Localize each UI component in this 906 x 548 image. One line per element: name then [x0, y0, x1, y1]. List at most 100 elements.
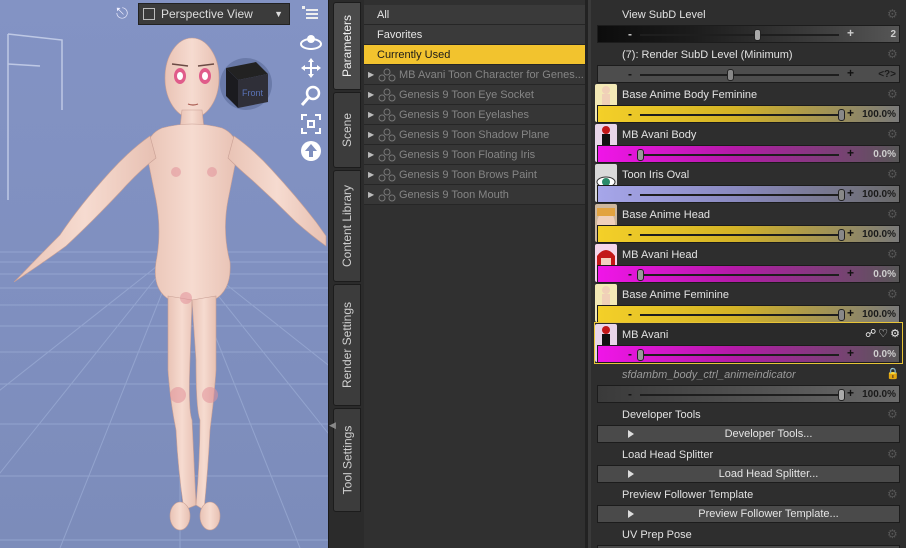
- tree-item-node[interactable]: ▶ Genesis 9 Toon Mouth: [364, 185, 585, 205]
- gear-icon[interactable]: ⚙: [887, 8, 899, 20]
- expand-arrow-icon[interactable]: ▶: [368, 170, 378, 179]
- gear-icon[interactable]: ⚙: [887, 288, 899, 300]
- slider-track[interactable]: [640, 314, 839, 316]
- param-preview-follower-template[interactable]: Preview Follower Template ⚙ Preview Follow…: [595, 483, 902, 523]
- param-slider[interactable]: - +100.0%: [597, 305, 900, 323]
- pan-icon[interactable]: [299, 56, 323, 80]
- slider-knob[interactable]: [838, 189, 845, 201]
- tree-item-node[interactable]: ▶ Genesis 9 Toon Eyelashes: [364, 105, 585, 125]
- tree-item-node[interactable]: ▶ Genesis 9 Toon Shadow Plane: [364, 125, 585, 145]
- param-base-anime-body-feminine[interactable]: Base Anime Body Feminine ⚙ - +100.0%: [595, 83, 902, 123]
- param-load-head-splitter[interactable]: Load Head Splitter ⚙ Load Head Splitter...: [595, 443, 902, 483]
- expand-arrow-icon[interactable]: ▶: [368, 110, 378, 119]
- gear-icon[interactable]: ⚙: [887, 488, 899, 500]
- increment-icon[interactable]: +: [847, 386, 854, 400]
- param-developer-tools[interactable]: Developer Tools ⚙ Developer Tools...: [595, 403, 902, 443]
- decrement-icon[interactable]: -: [628, 387, 632, 401]
- param-sfdambm-body-ctrl-animeindicator[interactable]: sfdambm_body_ctrl_animeindicator 🔒 - +100.0…: [595, 363, 902, 403]
- param-slider[interactable]: - +0.0%: [597, 345, 900, 363]
- tab-tool-settings[interactable]: Tool Settings: [333, 408, 361, 512]
- param-value[interactable]: 0.0%: [873, 269, 896, 280]
- increment-icon[interactable]: +: [847, 66, 854, 80]
- param-slider[interactable]: - +2: [597, 25, 900, 43]
- param-slider[interactable]: - +100.0%: [597, 225, 900, 243]
- decrement-icon[interactable]: -: [628, 307, 632, 321]
- tree-item-all[interactable]: All: [364, 5, 585, 25]
- gear-icon[interactable]: ⚙: [887, 248, 899, 260]
- param-base-anime-head[interactable]: Base Anime Head ⚙ - +100.0%: [595, 203, 902, 243]
- param-slider[interactable]: - +0.0%: [597, 265, 900, 283]
- gear-icon[interactable]: ⚙: [887, 208, 899, 220]
- tree-item-currently-used[interactable]: Currently Used: [364, 45, 585, 65]
- gear-icon[interactable]: ⚙: [890, 327, 900, 340]
- decrement-icon[interactable]: -: [628, 267, 632, 281]
- param-button[interactable]: Developer Tools...: [597, 425, 900, 443]
- view-selector[interactable]: Perspective View ▼: [138, 3, 290, 25]
- param-value[interactable]: 100.0%: [862, 109, 896, 120]
- reset-view-icon[interactable]: [299, 139, 323, 163]
- link-icon[interactable]: ☍: [865, 327, 876, 340]
- param-slider[interactable]: - +100.0%: [597, 185, 900, 203]
- tree-item-node[interactable]: ▶ Genesis 9 Toon Floating Iris: [364, 145, 585, 165]
- expand-arrow-icon[interactable]: ▶: [368, 90, 378, 99]
- slider-knob[interactable]: [753, 29, 761, 41]
- decrement-icon[interactable]: -: [628, 187, 632, 201]
- param-mb-avani-body[interactable]: MB Avani Body ⚙ - +0.0%: [595, 123, 902, 163]
- param-button[interactable]: Preview Follower Template...: [597, 505, 900, 523]
- lock-icon[interactable]: 🔒: [886, 367, 900, 380]
- frame-icon[interactable]: [299, 112, 323, 136]
- param-button[interactable]: Load Head Splitter...: [597, 465, 900, 483]
- decrement-icon[interactable]: -: [628, 347, 632, 361]
- param-7-render-subd-level-minimum[interactable]: (7): Render SubD Level (Minimum) ⚙ - + <?>: [595, 43, 902, 83]
- tree-item-favorites[interactable]: Favorites: [364, 25, 585, 45]
- gear-icon[interactable]: ⚙: [887, 408, 899, 420]
- decrement-icon[interactable]: -: [628, 107, 632, 121]
- increment-icon[interactable]: +: [847, 306, 854, 320]
- camera-icon[interactable]: ⎋: [110, 3, 134, 25]
- slider-knob[interactable]: [838, 229, 845, 241]
- gear-icon[interactable]: ⚙: [887, 88, 899, 100]
- increment-icon[interactable]: +: [847, 26, 854, 40]
- increment-icon[interactable]: +: [847, 146, 854, 160]
- slider-knob[interactable]: [637, 349, 644, 361]
- slider-track[interactable]: [640, 74, 839, 76]
- tree-item-node[interactable]: ▶ MB Avani Toon Character for Genes...: [364, 65, 585, 85]
- collapse-arrow-icon[interactable]: ◀: [329, 420, 337, 434]
- slider-track[interactable]: [640, 154, 839, 156]
- param-view-subd-level[interactable]: View SubD Level ⚙ - +2: [595, 3, 902, 43]
- tab-content-library[interactable]: Content Library: [333, 170, 361, 282]
- param-toon-iris-oval[interactable]: Toon Iris Oval ⚙ - +100.0%: [595, 163, 902, 203]
- gear-icon[interactable]: ⚙: [887, 48, 899, 60]
- increment-icon[interactable]: +: [847, 266, 854, 280]
- slider-knob[interactable]: [838, 309, 845, 321]
- heart-icon[interactable]: ♡: [878, 327, 888, 340]
- param-value[interactable]: 0.0%: [873, 149, 896, 160]
- param-value[interactable]: 100.0%: [862, 229, 896, 240]
- expand-arrow-icon[interactable]: ▶: [368, 150, 378, 159]
- decrement-icon[interactable]: -: [628, 147, 632, 161]
- param-value[interactable]: 100.0%: [862, 309, 896, 320]
- slider-track[interactable]: [640, 34, 839, 36]
- expand-arrow-icon[interactable]: ▶: [368, 130, 378, 139]
- param-value[interactable]: <?>: [878, 69, 896, 80]
- zoom-icon[interactable]: [299, 84, 323, 108]
- slider-track[interactable]: [640, 394, 839, 396]
- param-slider[interactable]: - +100.0%: [597, 385, 900, 403]
- increment-icon[interactable]: +: [847, 186, 854, 200]
- gear-icon[interactable]: ⚙: [887, 528, 899, 540]
- slider-knob[interactable]: [637, 269, 644, 281]
- slider-knob[interactable]: [838, 109, 845, 121]
- decrement-icon[interactable]: -: [628, 67, 632, 81]
- slider-track[interactable]: [640, 274, 839, 276]
- increment-icon[interactable]: +: [847, 106, 854, 120]
- param-mb-avani[interactable]: MB Avani ☍ ♡ ⚙ - +0.0%: [594, 322, 903, 364]
- slider-track[interactable]: [640, 354, 839, 356]
- increment-icon[interactable]: +: [847, 226, 854, 240]
- tab-scene[interactable]: Scene: [333, 92, 361, 168]
- decrement-icon[interactable]: -: [628, 27, 632, 41]
- param-base-anime-feminine[interactable]: Base Anime Feminine ⚙ - +100.0%: [595, 283, 902, 323]
- increment-icon[interactable]: +: [847, 346, 854, 360]
- expand-arrow-icon[interactable]: ▶: [368, 70, 378, 79]
- slider-track[interactable]: [640, 234, 839, 236]
- param-mb-avani-head[interactable]: MB Avani Head ⚙ - +0.0%: [595, 243, 902, 283]
